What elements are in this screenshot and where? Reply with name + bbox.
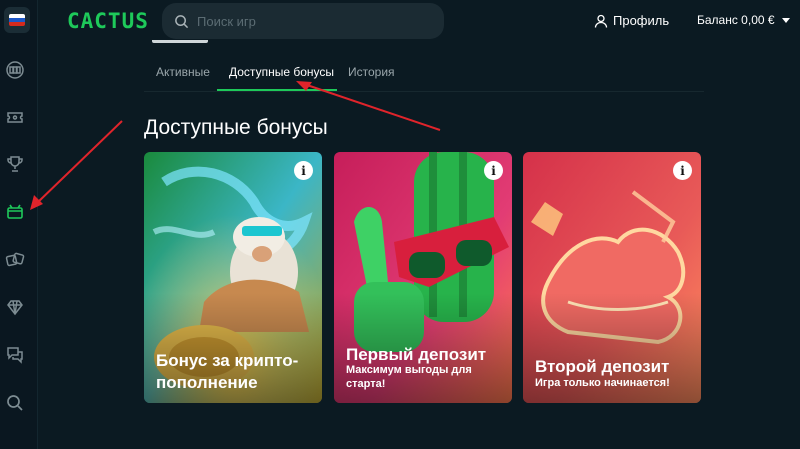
active-tab-indicator <box>217 89 337 91</box>
tab-available-bonuses[interactable]: Доступные бонусы <box>229 60 334 90</box>
search-icon <box>175 14 189 28</box>
ticket-icon[interactable] <box>5 107 25 127</box>
language-selector[interactable] <box>4 7 30 33</box>
bonus-card-second-deposit[interactable]: i Второй депозит Игра только начинается! <box>523 152 701 403</box>
search-icon[interactable] <box>5 393 25 413</box>
profile-label: Профиль <box>613 13 670 28</box>
info-button[interactable]: i <box>294 161 313 180</box>
card-title: Бонус за крипто- <box>156 351 299 370</box>
diamond-icon[interactable] <box>5 297 25 317</box>
tabs-divider <box>144 91 704 92</box>
chevron-down-icon <box>781 18 790 23</box>
info-button[interactable]: i <box>484 161 503 180</box>
balance-dropdown[interactable]: Баланс 0,00 € <box>697 13 790 27</box>
card-title: Второй депозит <box>535 357 670 376</box>
dice-icon[interactable] <box>5 250 25 270</box>
scrolled-heading-fragment <box>152 40 232 46</box>
card-subtitle-line2: старта! <box>346 378 386 390</box>
sidebar <box>0 0 38 449</box>
info-button[interactable]: i <box>673 161 692 180</box>
search-bar[interactable] <box>162 3 444 39</box>
bonus-card-crypto[interactable]: i Бонус за крипто- пополнение <box>144 152 322 403</box>
card-subtitle: Максимум выгоды для <box>346 364 472 376</box>
tab-history[interactable]: История <box>348 60 395 90</box>
profile-button[interactable]: Профиль <box>594 13 669 28</box>
trophy-icon[interactable] <box>5 154 25 174</box>
slots-icon[interactable] <box>5 60 25 80</box>
gift-icon[interactable] <box>5 201 25 221</box>
top-header: CACTUS Профиль Баланс 0,00 € <box>38 0 800 42</box>
chat-icon[interactable] <box>5 344 25 364</box>
annotation-arrow-to-gift <box>30 120 123 210</box>
balance-label: Баланс 0,00 € <box>697 13 775 27</box>
card-subtitle: Игра только начинается! <box>535 377 670 389</box>
card-title-line2: пополнение <box>156 373 258 392</box>
cactus-logo[interactable]: CACTUS <box>67 9 149 33</box>
user-icon <box>594 14 608 28</box>
section-title: Доступные бонусы <box>144 116 328 139</box>
tab-active[interactable]: Активные <box>156 60 210 90</box>
bonus-tabs: Активные Доступные бонусы История <box>144 60 704 92</box>
card-title: Первый депозит <box>346 345 487 364</box>
bonus-card-first-deposit[interactable]: i Первый депозит Максимум выгоды для ста… <box>334 152 512 403</box>
search-input[interactable] <box>197 13 427 29</box>
russia-flag-icon <box>9 14 25 26</box>
